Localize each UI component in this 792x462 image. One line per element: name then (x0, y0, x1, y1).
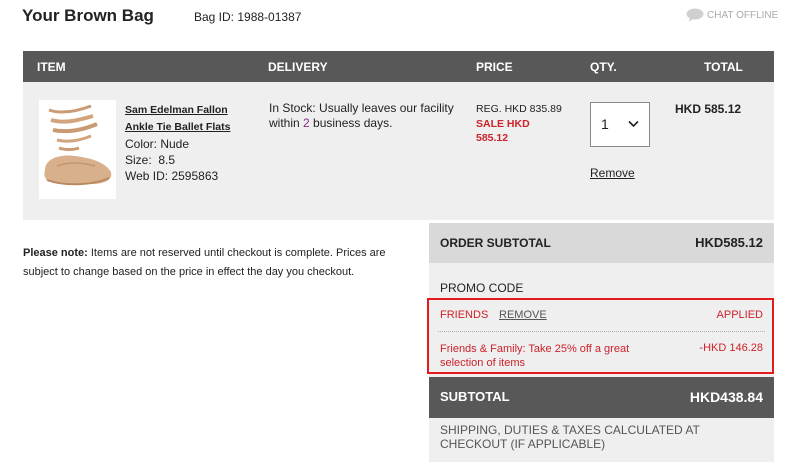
sale-price-label: SALE HKD (476, 118, 530, 130)
column-header-qty: QTY. (590, 60, 617, 74)
product-name-link[interactable]: Sam Edelman Fallon Ankle Tie Ballet Flat… (125, 102, 240, 136)
note-label: Please note: (23, 247, 88, 259)
table-header: ITEM DELIVERY PRICE QTY. TOTAL (23, 51, 774, 82)
promo-code: FRIENDS (440, 309, 489, 321)
checkout-note: Please note: Items are not reserved unti… (23, 244, 413, 282)
tax-note: SHIPPING, DUTIES & TAXES CALCULATED AT C… (440, 423, 700, 451)
page-title: Your Brown Bag (22, 6, 154, 25)
bag-id: Bag ID: 1988-01387 (194, 10, 302, 24)
table-row: Sam Edelman Fallon Ankle Tie Ballet Flat… (23, 82, 774, 220)
order-subtotal-bar: ORDER SUBTOTAL HKD585.12 (429, 223, 774, 263)
subtotal-bar: SUBTOTAL HKD438.84 (429, 377, 774, 418)
remove-promo-link[interactable]: REMOVE (499, 309, 547, 321)
applied-promo: FRIENDS REMOVE APPLIED Friends & Family:… (427, 298, 774, 374)
divider (438, 331, 765, 332)
promo-description: Friends & Family: Take 25% off a great s… (440, 343, 630, 369)
shoe-image (44, 104, 112, 186)
order-subtotal-label: ORDER SUBTOTAL (440, 236, 551, 250)
delivery-days: 2 (303, 116, 310, 130)
column-header-item: ITEM (37, 60, 66, 74)
product-name-line2: Ankle Tie Ballet Flats (125, 121, 231, 133)
sale-price-value: 585.12 (476, 132, 509, 144)
subtotal-label: SUBTOTAL (440, 389, 510, 404)
regular-price: REG. HKD 835.89 (476, 103, 562, 115)
product-image[interactable] (39, 100, 116, 199)
delivery-info: In Stock: Usually leaves our facility wi… (269, 101, 469, 131)
chat-status[interactable]: CHAT OFFLINE (686, 8, 778, 22)
column-header-total: TOTAL (704, 60, 743, 74)
sale-price: SALE HKD 585.12 (476, 117, 546, 145)
column-header-price: PRICE (476, 60, 513, 74)
promo-discount: -HKD 146.28 (699, 342, 763, 354)
product-color: Color: Nude (125, 137, 190, 151)
product-name-line1: Sam Edelman Fallon (125, 104, 228, 116)
chat-status-label: CHAT OFFLINE (707, 9, 779, 21)
quantity-value: 1 (601, 116, 609, 132)
speech-bubble-icon (686, 8, 704, 22)
column-header-delivery: DELIVERY (268, 60, 328, 74)
product-web-id: Web ID: 2595863 (125, 169, 219, 183)
line-total: HKD 585.12 (675, 102, 742, 116)
chevron-down-icon (628, 120, 639, 128)
subtotal-value: HKD438.84 (689, 389, 763, 405)
delivery-text-end: business days. (309, 116, 393, 130)
product-size: Size: 8.5 (125, 153, 176, 167)
promo-code-label: PROMO CODE (440, 281, 524, 295)
order-subtotal-value: HKD585.12 (695, 235, 763, 250)
remove-item-link[interactable]: Remove (590, 166, 635, 180)
quantity-select[interactable]: 1 (590, 102, 650, 147)
promo-status: APPLIED (716, 309, 763, 321)
